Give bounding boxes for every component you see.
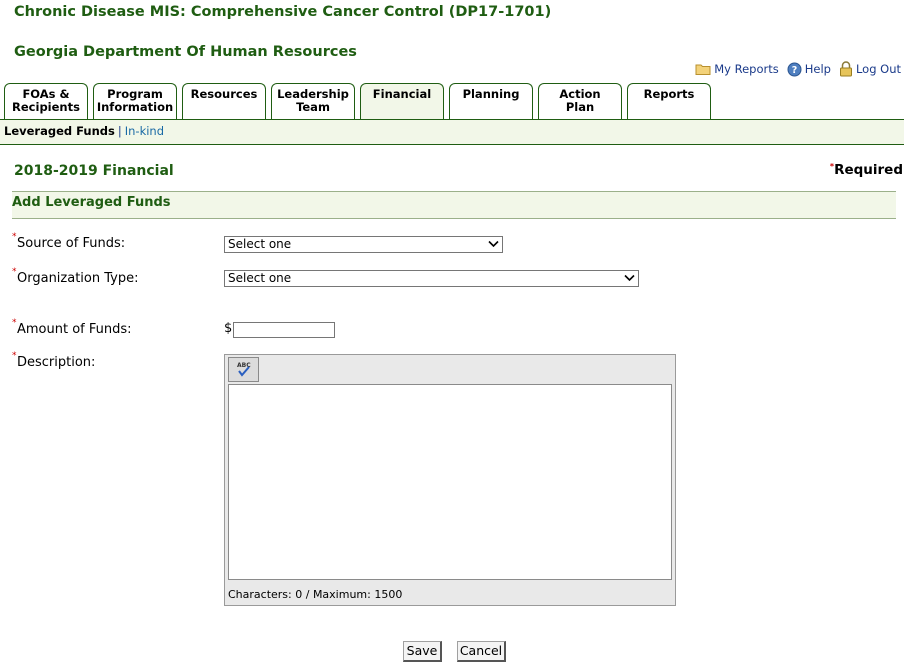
help-link[interactable]: ? Help bbox=[787, 62, 831, 77]
chevron-down-icon bbox=[624, 274, 635, 282]
description-editor: ABC Characters: 0 / Maximum: 1500 bbox=[224, 354, 676, 606]
form-heading-bar: Add Leveraged Funds bbox=[12, 191, 896, 219]
tab-foas-recipients[interactable]: FOAs & Recipients bbox=[4, 83, 88, 119]
subnav-link-in-kind[interactable]: In-kind bbox=[125, 124, 164, 138]
svg-text:?: ? bbox=[791, 65, 797, 76]
cancel-button[interactable]: Cancel bbox=[457, 641, 506, 662]
logout-link[interactable]: Log Out bbox=[839, 61, 901, 77]
help-label: Help bbox=[804, 62, 831, 76]
tab-label: Program bbox=[107, 87, 163, 101]
spellcheck-button[interactable]: ABC bbox=[228, 357, 259, 382]
lock-icon bbox=[839, 61, 852, 77]
folder-icon bbox=[695, 64, 711, 75]
help-icon: ? bbox=[787, 62, 802, 76]
app-title: Chronic Disease MIS: Comprehensive Cance… bbox=[14, 4, 552, 20]
tab-label: Plan bbox=[565, 100, 595, 114]
description-label: * Description: bbox=[12, 351, 96, 370]
source-of-funds-select[interactable]: Select one bbox=[224, 236, 503, 253]
tab-label: FOAs & bbox=[22, 87, 70, 101]
subnav-separator: | bbox=[117, 124, 122, 138]
chevron-down-icon bbox=[488, 240, 499, 248]
main-tabs: FOAs & Recipients Program Information Re… bbox=[4, 83, 716, 119]
tab-label: Leadership bbox=[277, 87, 349, 101]
spellcheck-icon: ABC bbox=[237, 362, 251, 377]
subnav-current: Leveraged Funds bbox=[4, 124, 115, 138]
tab-reports[interactable]: Reports bbox=[627, 83, 711, 119]
amount-of-funds-label: * Amount of Funds: bbox=[12, 318, 132, 337]
currency-symbol: $ bbox=[224, 321, 233, 336]
top-links: My Reports ? Help Log Out bbox=[687, 61, 901, 77]
tab-label: Planning bbox=[462, 87, 520, 101]
tab-planning[interactable]: Planning bbox=[449, 83, 533, 119]
source-of-funds-label: * Source of Funds: bbox=[12, 232, 126, 251]
select-value: Select one bbox=[228, 237, 292, 251]
my-reports-label: My Reports bbox=[714, 62, 779, 76]
tab-financial[interactable]: Financial bbox=[360, 83, 444, 119]
label-text: Description: bbox=[17, 355, 96, 370]
required-marker: * bbox=[12, 267, 17, 277]
select-value: Select one bbox=[228, 271, 292, 285]
required-legend: *Required bbox=[830, 162, 903, 178]
my-reports-link[interactable]: My Reports bbox=[695, 62, 779, 76]
required-marker: * bbox=[12, 232, 17, 242]
tab-label: Recipients bbox=[12, 100, 80, 114]
required-marker: * bbox=[12, 351, 17, 361]
organization-title: Georgia Department Of Human Resources bbox=[14, 44, 357, 60]
page-title: 2018-2019 Financial bbox=[14, 163, 174, 179]
form-heading: Add Leveraged Funds bbox=[12, 195, 171, 210]
character-count: Characters: 0 / Maximum: 1500 bbox=[228, 588, 403, 601]
label-text: Amount of Funds: bbox=[17, 322, 132, 337]
organization-type-select[interactable]: Select one bbox=[224, 270, 639, 287]
tab-action-plan[interactable]: Action Plan bbox=[538, 83, 622, 119]
organization-type-label: * Organization Type: bbox=[12, 267, 139, 286]
tab-label: Resources bbox=[190, 87, 258, 101]
tab-label: Reports bbox=[643, 87, 695, 101]
required-marker: * bbox=[12, 318, 17, 328]
tab-program-information[interactable]: Program Information bbox=[93, 83, 177, 119]
tab-label: Financial bbox=[372, 87, 432, 101]
label-text: Organization Type: bbox=[17, 271, 139, 286]
tab-leadership-team[interactable]: Leadership Team bbox=[271, 83, 355, 119]
logout-label: Log Out bbox=[855, 62, 901, 76]
tab-label: Action bbox=[559, 87, 601, 101]
label-text: Source of Funds: bbox=[17, 236, 126, 251]
tab-label: Information bbox=[96, 100, 174, 114]
tab-label: Team bbox=[296, 100, 330, 114]
save-button[interactable]: Save bbox=[403, 641, 442, 662]
tab-resources[interactable]: Resources bbox=[182, 83, 266, 119]
required-label: Required bbox=[834, 162, 903, 178]
description-textarea[interactable] bbox=[228, 384, 672, 580]
amount-input[interactable] bbox=[233, 322, 335, 338]
subnav: Leveraged Funds | In-kind bbox=[0, 120, 904, 145]
